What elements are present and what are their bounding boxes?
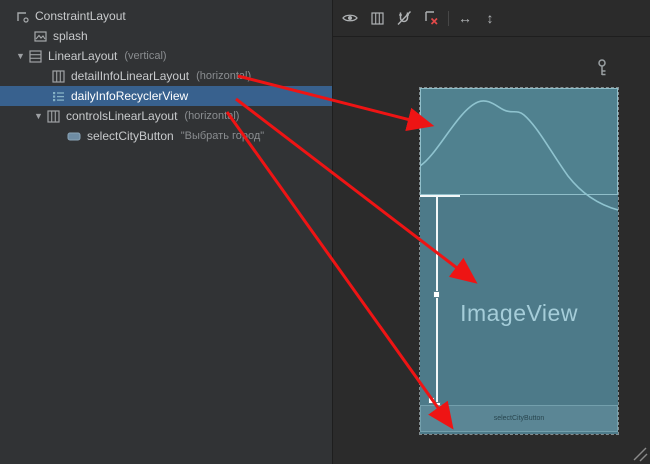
select-city-button-label: selectCityButton bbox=[494, 415, 545, 422]
tree-item-linearlayout[interactable]: ▼ LinearLayout (vertical) bbox=[0, 46, 332, 66]
design-surface-panel: ↔ ↕ ImageView selectCityButton bbox=[333, 0, 650, 464]
component-tree-panel: ConstraintLayout splash ▼ LinearLayout (… bbox=[0, 0, 333, 464]
selection-handle[interactable] bbox=[433, 291, 440, 298]
horizontal-margin-icon[interactable]: ↔ bbox=[456, 10, 474, 26]
toolbar-separator bbox=[448, 11, 449, 26]
chevron-down-icon[interactable]: ▼ bbox=[14, 46, 27, 66]
tree-item-constraintlayout[interactable]: ConstraintLayout bbox=[0, 6, 332, 26]
tree-item-splash[interactable]: splash bbox=[0, 26, 332, 46]
tree-item-meta: "Выбрать город" bbox=[181, 130, 264, 142]
tree-item-label: selectCityButton bbox=[87, 129, 174, 143]
tree-item-selectcitybutton[interactable]: selectCityButton "Выбрать город" bbox=[0, 126, 332, 146]
linear-layout-horizontal-icon bbox=[45, 108, 61, 124]
tree-item-meta: (horizontal) bbox=[196, 70, 251, 82]
selection-guide-horizontal bbox=[420, 195, 460, 197]
vertical-margin-icon[interactable]: ↕ bbox=[481, 10, 499, 26]
clear-constraints-icon[interactable] bbox=[421, 8, 441, 28]
linear-layout-horizontal-icon bbox=[50, 68, 66, 84]
tree-item-dailyinforecyclerview[interactable]: dailyInfoRecyclerView bbox=[0, 86, 332, 106]
column-guides-icon[interactable] bbox=[367, 8, 387, 28]
constraint-layout-icon bbox=[14, 8, 30, 24]
imageview-component[interactable]: ImageView bbox=[420, 300, 618, 327]
tree-item-detailinfolinearlayout[interactable]: detailInfoLinearLayout (horizontal) bbox=[0, 66, 332, 86]
component-tree: ConstraintLayout splash ▼ LinearLayout (… bbox=[0, 0, 332, 146]
tree-item-label: ConstraintLayout bbox=[35, 9, 126, 23]
resize-grip[interactable] bbox=[630, 444, 648, 462]
selection-guide-vertical bbox=[436, 195, 438, 407]
tree-item-meta: (horizontal) bbox=[184, 110, 239, 122]
tree-item-label: dailyInfoRecyclerView bbox=[71, 89, 188, 103]
key-icon[interactable] bbox=[595, 58, 609, 83]
select-city-button-preview[interactable]: selectCityButton bbox=[420, 405, 618, 432]
image-icon bbox=[32, 28, 48, 44]
tree-item-controlslinearlayout[interactable]: ▼ controlsLinearLayout (horizontal) bbox=[0, 106, 332, 126]
button-icon bbox=[66, 128, 82, 144]
toolbar-divider bbox=[333, 36, 650, 37]
tree-item-label: LinearLayout bbox=[48, 49, 117, 63]
design-toolbar: ↔ ↕ bbox=[340, 7, 499, 29]
tree-item-label: controlsLinearLayout bbox=[66, 109, 177, 123]
linear-layout-vertical-icon bbox=[27, 48, 43, 64]
tree-item-label: detailInfoLinearLayout bbox=[71, 69, 189, 83]
tree-item-label: splash bbox=[53, 29, 88, 43]
tree-item-meta: (vertical) bbox=[124, 50, 166, 62]
autoconnect-off-magnet-icon[interactable] bbox=[394, 8, 414, 28]
detail-info-chart-area[interactable] bbox=[420, 88, 618, 195]
recycler-view-icon bbox=[50, 88, 66, 104]
chevron-down-icon[interactable]: ▼ bbox=[32, 106, 45, 126]
view-options-icon[interactable] bbox=[340, 8, 360, 28]
design-artboard[interactable]: ImageView selectCityButton bbox=[420, 88, 618, 434]
